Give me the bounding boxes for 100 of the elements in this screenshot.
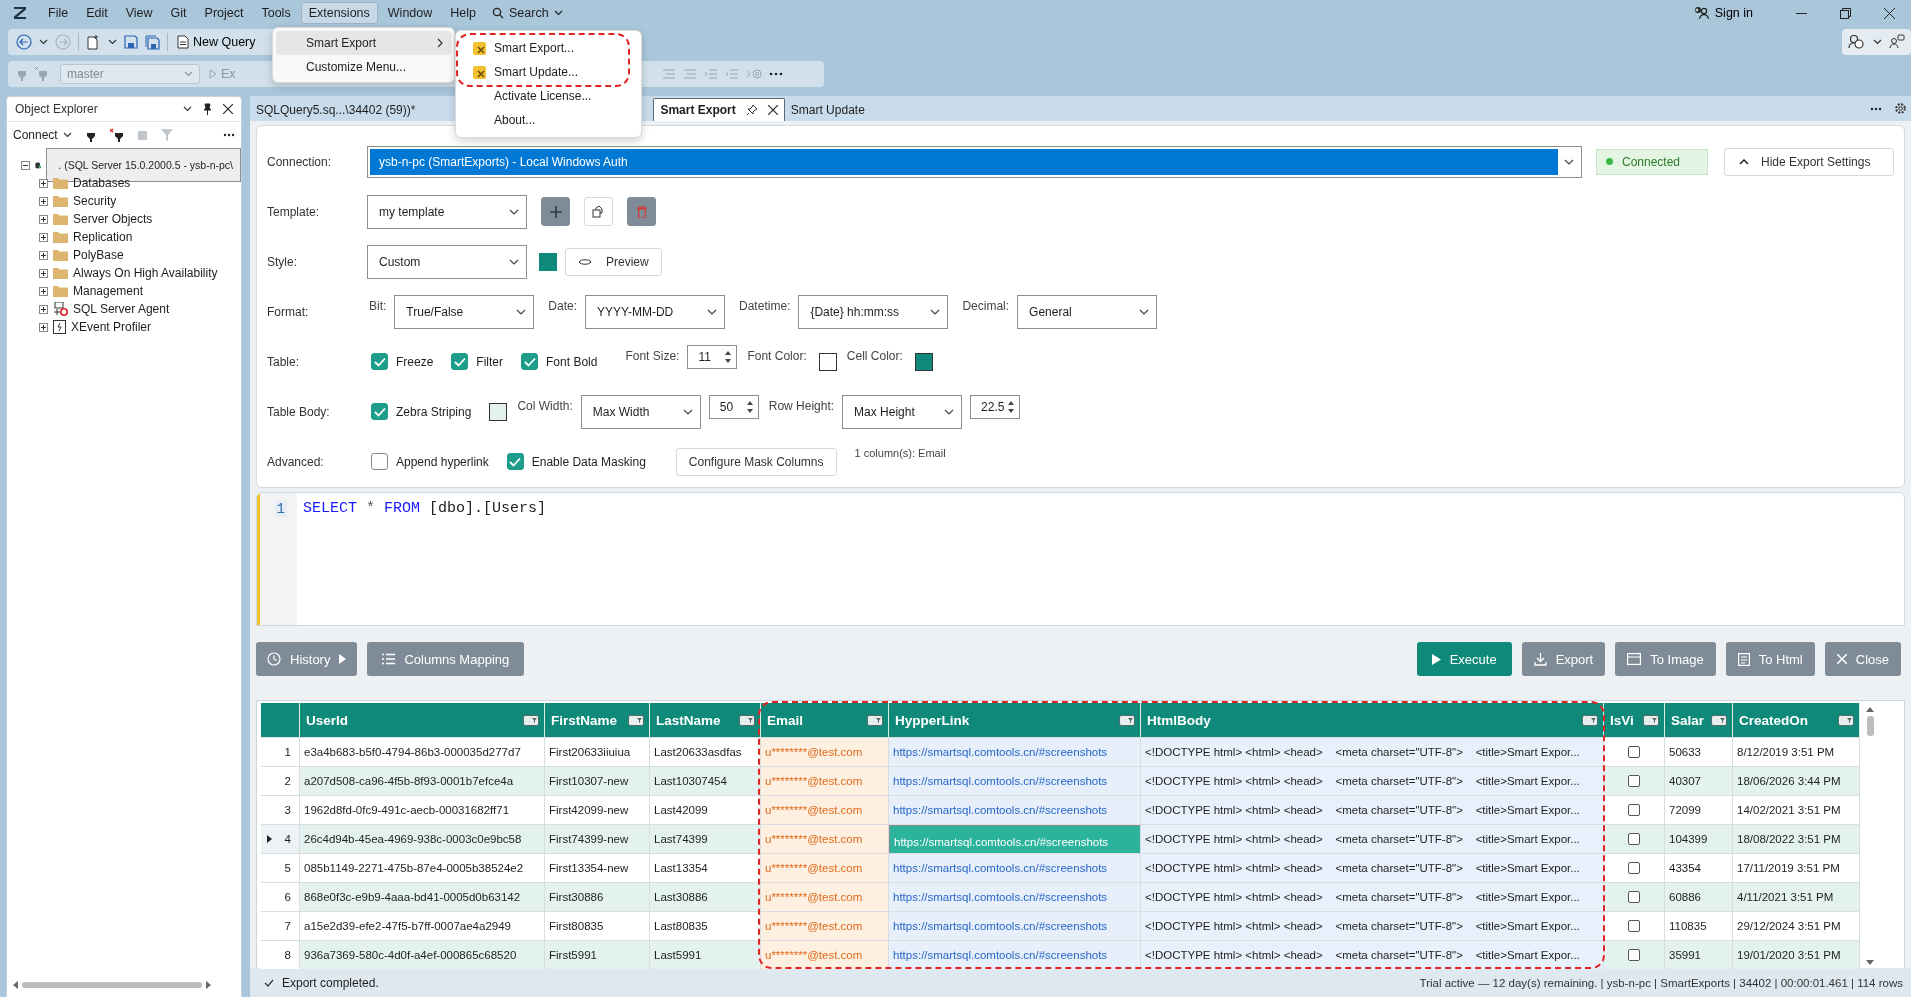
checkbox[interactable] — [1628, 833, 1640, 845]
copy-button[interactable] — [584, 197, 613, 226]
close-icon[interactable] — [223, 104, 233, 114]
expand-toggle[interactable] — [39, 322, 48, 332]
row-header[interactable]: 8 — [261, 941, 300, 969]
more-icon[interactable] — [1870, 106, 1882, 111]
format-dropdown[interactable]: General — [1017, 294, 1158, 329]
column-header[interactable]: Email — [761, 703, 889, 737]
more-icon[interactable] — [223, 133, 235, 137]
tree-item[interactable]: XEvent Profiler — [71, 320, 152, 334]
back-icon[interactable] — [16, 34, 32, 50]
chevron-down-icon[interactable] — [1873, 39, 1882, 45]
checkbox[interactable] — [506, 453, 524, 470]
expand-toggle[interactable] — [39, 268, 48, 278]
menu-entry[interactable]: Customize Menu... — [276, 55, 451, 79]
number-field[interactable]: 11 — [687, 345, 738, 369]
expand-toggle[interactable] — [39, 178, 48, 188]
menu-item[interactable]: Project — [196, 2, 252, 24]
filter-icon[interactable] — [523, 714, 539, 726]
filter-icon[interactable] — [739, 714, 755, 726]
link-cell[interactable]: https://smartsql.comtools.cn/#screenshots — [889, 767, 1141, 795]
checkbox[interactable] — [1628, 862, 1640, 874]
feedback-icon[interactable] — [1889, 34, 1905, 50]
height-mode-dropdown[interactable]: Max Height — [842, 394, 963, 429]
template-dropdown[interactable]: my template — [367, 194, 527, 229]
filter-icon[interactable] — [867, 714, 883, 726]
column-header[interactable]: FirstName — [545, 703, 650, 737]
sign-in-button[interactable]: Sign in — [1689, 4, 1757, 22]
pin-icon[interactable] — [745, 104, 758, 116]
checkbox[interactable] — [1628, 804, 1640, 816]
filter-icon[interactable] — [1711, 714, 1727, 726]
filter-icon[interactable] — [1582, 714, 1598, 726]
color-swatch[interactable] — [818, 352, 837, 371]
checkbox[interactable] — [521, 353, 539, 370]
checkbox[interactable] — [1628, 775, 1640, 787]
expand-toggle[interactable] — [39, 250, 48, 260]
column-header[interactable]: Salar — [1665, 703, 1733, 737]
connect-menu[interactable]: Connect — [13, 128, 72, 142]
tree-item[interactable]: Server Objects — [73, 212, 153, 226]
expand-toggle[interactable] — [39, 304, 48, 314]
column-header[interactable]: IsVi — [1604, 703, 1665, 737]
filter-icon[interactable] — [1119, 714, 1135, 726]
format-dropdown[interactable]: True/False — [394, 294, 535, 329]
scroll-up-icon[interactable] — [1866, 707, 1874, 712]
scrollbar-thumb[interactable] — [22, 982, 202, 988]
column-header[interactable]: HtmlBody — [1141, 703, 1604, 737]
link-cell[interactable]: https://smartsql.comtools.cn/#screenshots — [889, 883, 1141, 911]
row-header[interactable]: 6 — [261, 883, 300, 911]
menu-item[interactable]: Window — [379, 2, 441, 24]
column-header[interactable]: CreatedOn — [1733, 703, 1860, 737]
scroll-left-icon[interactable] — [13, 981, 18, 989]
document-tab[interactable]: Smart Export — [653, 98, 785, 121]
tree-item[interactable]: Replication — [73, 230, 133, 244]
preview-button[interactable]: Preview — [565, 247, 662, 276]
format-dropdown[interactable]: YYYY-MM-DD — [585, 294, 726, 329]
color-swatch[interactable] — [539, 252, 557, 271]
tree-item[interactable]: SQL Server Agent — [73, 302, 170, 316]
people-icon[interactable] — [1848, 34, 1866, 50]
expand-toggle[interactable] — [39, 232, 48, 242]
more-icon[interactable] — [768, 72, 783, 76]
checkbox[interactable] — [371, 353, 388, 370]
chevron-down-icon[interactable] — [108, 39, 117, 45]
column-header[interactable]: LastName — [650, 703, 761, 737]
menu-item[interactable]: Help — [442, 2, 484, 24]
close-icon[interactable] — [767, 105, 778, 115]
expand-toggle[interactable] — [39, 196, 48, 206]
menu-item[interactable]: Git — [162, 2, 195, 24]
checkbox[interactable] — [1628, 949, 1640, 961]
collapse-toggle[interactable] — [21, 160, 30, 170]
row-header[interactable]: 4 — [261, 825, 300, 853]
color-swatch[interactable] — [489, 402, 508, 421]
number-field[interactable]: 22.5 — [970, 395, 1021, 419]
tree-item[interactable]: Security — [73, 194, 117, 208]
new-query-button[interactable]: New Query — [175, 33, 258, 51]
checkbox[interactable] — [451, 353, 469, 370]
checkbox[interactable] — [371, 403, 388, 420]
link-cell[interactable]: https://smartsql.comtools.cn/#screenshots — [889, 912, 1141, 940]
scrollbar-thumb[interactable] — [1866, 716, 1874, 736]
checkbox[interactable] — [371, 453, 388, 470]
tree-item[interactable]: Management — [73, 284, 144, 298]
filter-icon[interactable] — [1643, 714, 1659, 726]
expand-toggle[interactable] — [39, 214, 48, 224]
link-cell[interactable]: https://smartsql.comtools.cn/#screenshots — [889, 738, 1141, 766]
menu-entry[interactable]: Smart Export... — [460, 36, 637, 60]
hide-settings-button[interactable]: Hide Export Settings — [1724, 147, 1894, 176]
number-field[interactable]: 50 — [708, 395, 759, 419]
settings-icon[interactable] — [1894, 102, 1907, 115]
sql-editor[interactable]: 1 SELECT * FROM [dbo].[Users] — [256, 492, 1905, 626]
width-mode-dropdown[interactable]: Max Width — [580, 394, 701, 429]
column-header[interactable]: HypperLink — [889, 703, 1141, 737]
checkbox[interactable] — [1628, 891, 1640, 903]
tree-item[interactable]: PolyBase — [73, 248, 124, 262]
scroll-right-icon[interactable] — [206, 981, 211, 989]
menu-item[interactable]: View — [117, 2, 161, 24]
checkbox[interactable] — [1628, 746, 1640, 758]
menu-item[interactable]: File — [40, 2, 77, 24]
link-cell[interactable]: https://smartsql.comtools.cn/#screenshots — [889, 854, 1141, 882]
chevron-down-icon[interactable] — [183, 106, 192, 112]
search-menu[interactable]: Search — [486, 3, 569, 23]
scroll-down-icon[interactable] — [1866, 960, 1874, 965]
